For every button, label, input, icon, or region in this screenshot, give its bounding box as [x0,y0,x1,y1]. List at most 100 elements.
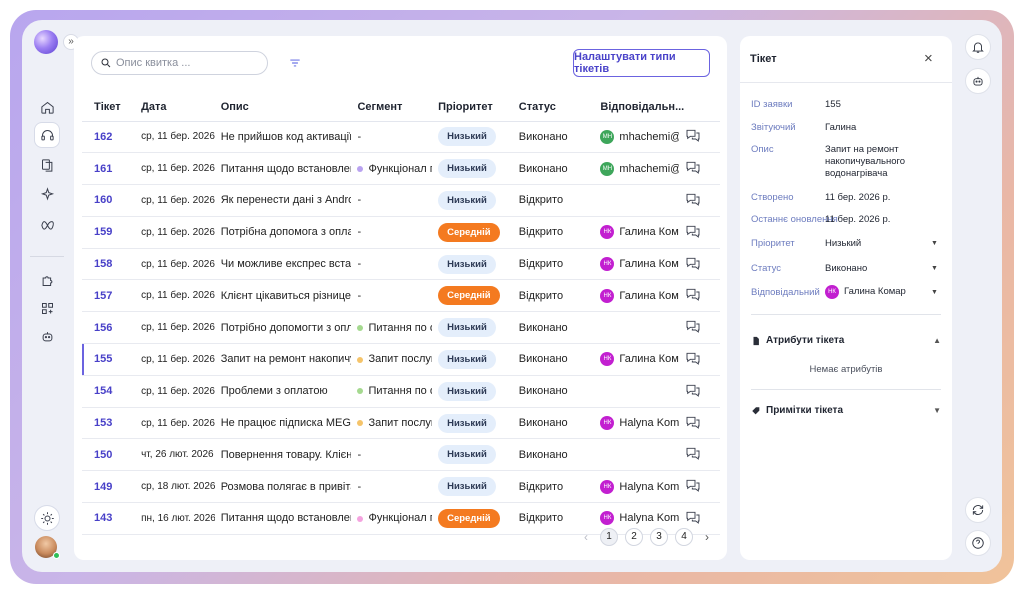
table-row[interactable]: 160 ср, 11 бер. 2026 р. Як перенести дані … [82,184,720,217]
page-2-button[interactable]: 2 [625,528,643,546]
documents-icon[interactable] [34,152,60,178]
chat-bubbles-icon[interactable] [679,184,720,217]
ticket-id[interactable]: 159 [82,216,136,249]
help-icon[interactable] [965,530,991,556]
page-4-button[interactable]: 4 [675,528,693,546]
table-row[interactable]: 159 ср, 11 бер. 2026 р. Потрібна допомога … [82,216,720,249]
assignee-name: Halyna Koma [619,480,680,493]
assignee-name: mhachemi@ [619,130,680,143]
ticket-notes-section[interactable]: Примітки тікета ▼ [751,405,941,416]
table-row[interactable]: 158 ср, 11 бер. 2026 р. Чи можливе експрес… [82,248,720,281]
reporter-label: Звітуючий [751,122,796,133]
table-row[interactable]: 162 ср, 11 бер. 2026 р. Не прийшов код акт… [82,121,720,154]
chat-bubbles-icon[interactable] [679,438,720,472]
support-headset-icon[interactable] [34,122,60,148]
header-segment[interactable]: Сегмент [351,93,433,122]
table-row[interactable]: 155 ср, 11 бер. 2026 р. Запит на ремонт на… [82,343,720,376]
puzzle-icon[interactable] [34,267,60,293]
ticket-id-value: 155 [825,99,841,110]
priority-badge: Середній [438,222,500,242]
ticket-id[interactable]: 150 [82,438,136,472]
created-value: 11 бер. 2026 р. [825,192,891,203]
bot-icon[interactable] [34,323,60,349]
ticket-id[interactable]: 154 [82,375,136,408]
table-row[interactable]: 161 ср, 11 бер. 2026 р. Питання щодо встан… [82,152,720,186]
chat-bubbles-icon[interactable] [679,375,720,408]
table-row[interactable]: 149 ср, 18 лют. 2026 р. Розмова полягає в … [82,470,720,504]
assistant-bot-icon[interactable] [965,68,991,94]
ticket-id[interactable]: 155 [82,343,136,376]
ticket-id[interactable]: 153 [82,407,136,440]
chevron-down-icon[interactable]: ▼ [931,265,938,272]
search-input[interactable] [116,57,256,69]
chat-bubbles-icon[interactable] [679,343,720,376]
ticket-status: Виконано [512,438,595,472]
chevron-up-icon[interactable]: ▲ [933,336,941,345]
chat-bubbles-icon[interactable] [679,279,720,313]
ticket-segment: Функціонал п [368,512,433,525]
ticket-segment: Питання по оп [368,321,432,334]
ticket-id[interactable]: 161 [82,152,136,186]
ticket-status: Відкрито [512,248,595,281]
theme-toggle-sun-icon[interactable] [34,505,60,531]
ticket-attributes-section[interactable]: Атрибути тікета ▲ [751,335,941,346]
assignee-select[interactable]: НК Галина Комар [825,285,906,299]
header-assignee[interactable]: Відповідальн... [594,93,684,122]
header-ticket[interactable]: Тікет [82,93,136,122]
home-icon[interactable] [34,94,60,120]
ticket-id[interactable]: 160 [82,184,136,217]
ticket-id[interactable]: 157 [82,279,136,313]
priority-badge: Низький [438,349,496,369]
status-select[interactable]: Виконано [825,263,867,275]
close-icon[interactable]: × [924,50,933,67]
chat-bubbles-icon[interactable] [679,152,720,186]
header-status[interactable]: Статус [512,93,595,122]
priority-badge: Низький [438,445,496,465]
ticket-status: Виконано [512,375,595,408]
ticket-id[interactable]: 143 [82,502,136,535]
chat-bubbles-icon[interactable] [679,407,720,440]
prev-page-button[interactable]: ‹ [579,530,593,544]
chat-bubbles-icon[interactable] [679,311,720,345]
ticket-id[interactable]: 149 [82,470,136,504]
chat-bubbles-icon[interactable] [679,470,720,504]
ticket-date: ср, 11 бер. 2026 р. [141,194,215,206]
app-logo[interactable] [34,30,58,54]
meta-icon[interactable] [34,210,60,236]
table-row[interactable]: 157 ср, 11 бер. 2026 р. Клієнт цікавиться … [82,279,720,313]
ticket-status: Відкрито [512,216,595,249]
priority-select[interactable]: Низький [825,238,861,250]
ticket-id[interactable]: 162 [82,121,136,154]
table-row[interactable]: 154 ср, 11 бер. 2026 р. Проблеми з оплатою… [82,375,720,408]
chevron-down-icon[interactable]: ▼ [931,289,938,296]
chat-bubbles-icon[interactable] [679,216,720,249]
page-1-button[interactable]: 1 [600,528,618,546]
search-box[interactable] [91,51,268,75]
chevron-down-icon[interactable]: ▼ [931,240,938,247]
header-date[interactable]: Дата [135,93,215,122]
chat-bubbles-icon[interactable] [679,121,720,154]
ticket-segment: Запит послуг [368,353,433,366]
ticket-id[interactable]: 156 [82,311,136,345]
chat-bubbles-icon[interactable] [679,248,720,281]
notifications-bell-icon[interactable] [965,34,991,60]
ticket-id[interactable]: 158 [82,248,136,281]
priority-badge: Низький [438,381,496,401]
table-row[interactable]: 156 ср, 11 бер. 2026 р. Потрібно допомогти… [82,311,720,345]
sync-icon[interactable] [965,497,991,523]
chevron-down-icon[interactable]: ▼ [933,406,941,415]
table-row[interactable]: 150 чт, 26 лют. 2026 р. Повернення товару.… [82,438,720,472]
table-row[interactable]: 153 ср, 11 бер. 2026 р. Не працює підписка… [82,407,720,440]
header-description[interactable]: Опис [214,93,352,122]
attributes-empty-text: Немає атрибутів [809,364,883,375]
sparkles-icon[interactable] [34,181,60,207]
page-3-button[interactable]: 3 [650,528,668,546]
apps-grid-icon[interactable] [34,295,60,321]
ticket-status: Виконано [512,311,595,345]
priority-badge: Низький [438,127,496,147]
configure-ticket-types-button[interactable]: Налаштувати типи тікетів [573,49,710,77]
header-priority[interactable]: Пріоритет [432,93,513,122]
next-page-button[interactable]: › [700,530,714,544]
filter-icon[interactable] [288,56,302,70]
attributes-title: Атрибути тікета [766,335,845,346]
